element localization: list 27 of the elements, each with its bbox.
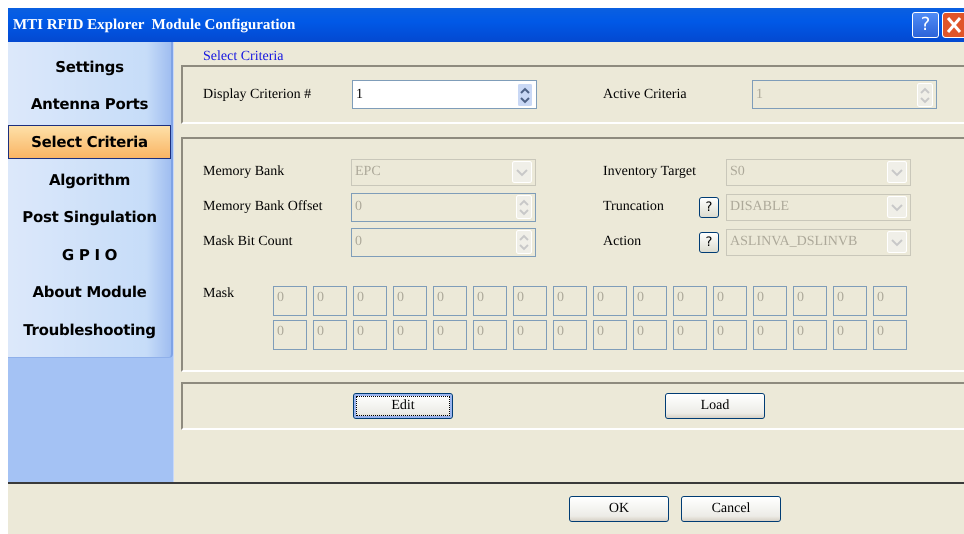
action-button[interactable]: Edit xyxy=(353,393,453,419)
spinner-icon[interactable] xyxy=(517,82,533,106)
field-label: Inventory Target xyxy=(603,164,697,180)
help-button[interactable]: ? xyxy=(912,12,939,38)
sidebar-item[interactable]: About Module xyxy=(8,274,171,311)
sidebar-item[interactable]: G P I O xyxy=(8,236,171,274)
sidebar-item[interactable]: Algorithm xyxy=(8,161,171,198)
field-label: Memory Bank Offset xyxy=(203,199,324,215)
field-label: Action xyxy=(603,234,642,250)
sidebar-item[interactable]: Antenna Ports xyxy=(8,86,171,123)
dialog-button[interactable]: Cancel xyxy=(681,496,781,522)
action-button[interactable]: Load xyxy=(665,393,765,419)
field-label: Active Criteria xyxy=(603,86,688,102)
dialog-button[interactable]: OK xyxy=(569,496,669,522)
field-label: Display Criterion # xyxy=(203,86,312,102)
section-title: Select Criteria xyxy=(202,48,284,65)
sidebar-item[interactable]: Post Singulation xyxy=(8,198,171,236)
field-label: Truncation xyxy=(603,199,665,215)
spin-field[interactable]: 1 xyxy=(352,80,537,109)
field-label: Mask xyxy=(203,286,236,303)
sidebar-item[interactable]: Select Criteria xyxy=(8,125,171,159)
field-label: Mask Bit Count xyxy=(203,234,294,250)
sidebar-item[interactable]: Troubleshooting xyxy=(8,311,171,348)
close-icon[interactable] xyxy=(942,12,964,38)
field-label: Memory Bank xyxy=(203,164,286,180)
window-title: MTI RFID Explorer Module Configuration xyxy=(12,16,296,34)
sidebar-item[interactable]: Settings xyxy=(8,48,171,86)
